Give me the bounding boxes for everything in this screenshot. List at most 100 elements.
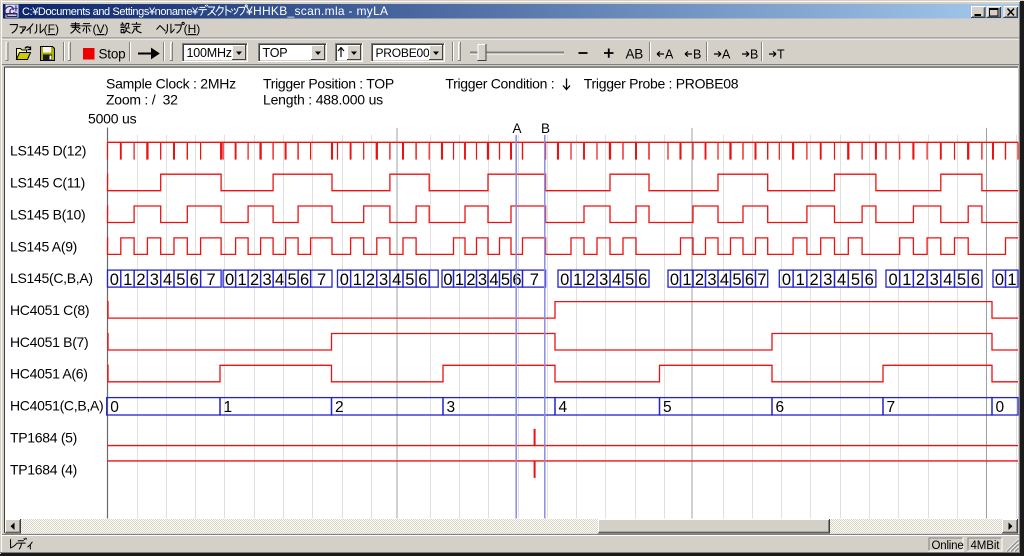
svg-text:4MBit: 4MBit	[971, 540, 1001, 552]
svg-text:0: 0	[443, 271, 452, 289]
svg-text:6: 6	[638, 271, 647, 289]
svg-text:Length : 488.000 us: Length : 488.000 us	[263, 91, 383, 107]
svg-text:1: 1	[902, 271, 911, 289]
svg-text:5: 5	[288, 271, 297, 289]
svg-text:6: 6	[190, 271, 199, 289]
svg-text:(F): (F)	[44, 22, 59, 36]
svg-text:1: 1	[1007, 271, 1016, 289]
svg-text:7: 7	[757, 271, 766, 289]
svg-text:4: 4	[392, 271, 401, 289]
svg-text:0: 0	[782, 271, 791, 289]
svg-text:4: 4	[275, 271, 284, 289]
svg-text:100MHz: 100MHz	[187, 46, 232, 60]
svg-text:1: 1	[796, 271, 805, 289]
svg-text:6: 6	[300, 271, 309, 289]
svg-text:7: 7	[207, 271, 216, 289]
svg-text:Trigger Probe : PROBE08: Trigger Probe : PROBE08	[584, 76, 739, 92]
svg-text:4: 4	[943, 271, 952, 289]
svg-text:4: 4	[559, 399, 568, 416]
svg-text:6: 6	[745, 271, 754, 289]
svg-text:1: 1	[238, 271, 247, 289]
svg-text:0: 0	[889, 271, 898, 289]
svg-text:4: 4	[720, 271, 729, 289]
svg-text:5: 5	[176, 271, 185, 289]
svg-text:0: 0	[995, 271, 1004, 289]
svg-text:2: 2	[366, 271, 375, 289]
svg-text:2: 2	[466, 271, 475, 289]
svg-text:1: 1	[224, 399, 233, 416]
svg-text:1: 1	[123, 271, 132, 289]
svg-text:2: 2	[695, 271, 704, 289]
svg-text:AB: AB	[626, 47, 644, 62]
svg-text:Trigger Position : TOP: Trigger Position : TOP	[263, 76, 394, 92]
svg-text:2: 2	[586, 271, 595, 289]
svg-text:4: 4	[837, 271, 846, 289]
svg-text:0: 0	[560, 271, 569, 289]
svg-text:0: 0	[996, 399, 1005, 416]
svg-text:4: 4	[163, 271, 172, 289]
svg-text:0: 0	[110, 399, 119, 416]
svg-text:3: 3	[707, 271, 716, 289]
svg-text:A: A	[722, 48, 731, 62]
svg-text:6: 6	[971, 271, 980, 289]
svg-text:2: 2	[916, 271, 925, 289]
svg-text:(H): (H)	[184, 22, 201, 36]
svg-text:6: 6	[418, 271, 427, 289]
svg-text:TP1684 (4): TP1684 (4)	[10, 461, 77, 477]
svg-text:(V): (V)	[92, 22, 108, 36]
svg-text:3: 3	[478, 271, 487, 289]
svg-text:HC4051 C(8): HC4051 C(8)	[10, 302, 89, 318]
svg-text:4: 4	[612, 271, 621, 289]
svg-text:5: 5	[957, 271, 966, 289]
svg-text:3: 3	[599, 271, 608, 289]
svg-text:2: 2	[250, 271, 259, 289]
svg-text:B: B	[693, 48, 701, 62]
svg-text:5: 5	[851, 271, 860, 289]
svg-text:Sample Clock : 2MHz: Sample Clock : 2MHz	[106, 76, 236, 92]
svg-text:HC4051 B(7): HC4051 B(7)	[10, 334, 88, 350]
svg-text:T: T	[777, 48, 785, 62]
svg-text:3: 3	[930, 271, 939, 289]
svg-text:6: 6	[865, 271, 874, 289]
svg-text:1: 1	[682, 271, 691, 289]
svg-text:0: 0	[340, 271, 349, 289]
svg-text:A: A	[665, 48, 674, 62]
svg-text:Stop: Stop	[99, 47, 126, 62]
svg-text:TOP: TOP	[263, 46, 288, 60]
svg-text:C:¥Documents and Settings¥nona: C:¥Documents and Settings¥noname¥	[22, 6, 199, 18]
svg-text:2: 2	[136, 271, 145, 289]
svg-text:LS145 C(11): LS145 C(11)	[10, 175, 85, 191]
svg-text:5: 5	[663, 399, 672, 416]
svg-text:5: 5	[405, 271, 414, 289]
svg-text:6: 6	[776, 399, 785, 416]
svg-text:3: 3	[447, 399, 456, 416]
svg-text:2: 2	[809, 271, 818, 289]
svg-text:2: 2	[335, 399, 344, 416]
svg-text:Trigger Condition :: Trigger Condition :	[445, 76, 554, 92]
svg-text:B: B	[541, 121, 550, 136]
svg-text:B: B	[750, 48, 758, 62]
svg-text:5000 us: 5000 us	[88, 110, 137, 126]
svg-text:3: 3	[379, 271, 388, 289]
svg-text:0: 0	[670, 271, 679, 289]
svg-text:3: 3	[263, 271, 272, 289]
svg-text:1: 1	[455, 271, 464, 289]
svg-text:5: 5	[625, 271, 634, 289]
svg-text:0: 0	[225, 271, 234, 289]
svg-text:7: 7	[887, 399, 896, 416]
svg-text:HC4051(C,B,A): HC4051(C,B,A)	[10, 398, 103, 414]
svg-text:0: 0	[110, 271, 119, 289]
svg-text:7: 7	[317, 271, 326, 289]
svg-text:¥HHKB_scan.mla - myLA: ¥HHKB_scan.mla - myLA	[245, 4, 388, 18]
svg-text:LS145(C,B,A): LS145(C,B,A)	[10, 270, 93, 286]
svg-text:1: 1	[353, 271, 362, 289]
svg-text:LS145 A(9): LS145 A(9)	[10, 238, 77, 254]
svg-text:5: 5	[732, 271, 741, 289]
svg-text:PROBE00: PROBE00	[376, 46, 430, 60]
svg-text:LS145 D(12): LS145 D(12)	[10, 143, 86, 159]
svg-text:HC4051 A(6): HC4051 A(6)	[10, 366, 88, 382]
svg-text:3: 3	[823, 271, 832, 289]
svg-text:4: 4	[489, 271, 498, 289]
svg-text:5: 5	[501, 271, 510, 289]
svg-text:TP1684 (5): TP1684 (5)	[10, 429, 77, 445]
